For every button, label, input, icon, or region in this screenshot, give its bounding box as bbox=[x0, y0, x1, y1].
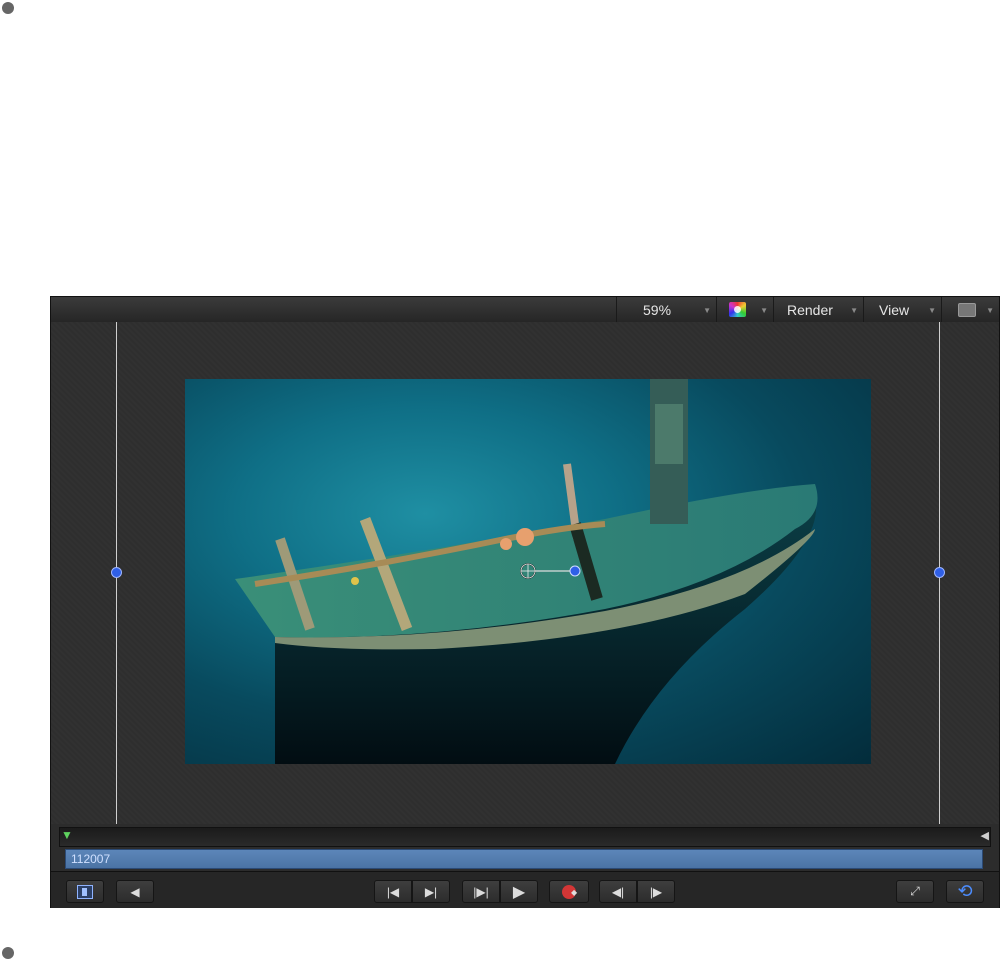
bullet-marker bbox=[2, 947, 14, 959]
zoom-popup[interactable]: 59% ▼ bbox=[616, 297, 716, 322]
loop-button[interactable]: ⟲ bbox=[946, 880, 984, 903]
play-icon: ▶ bbox=[512, 883, 526, 901]
render-label: Render bbox=[787, 301, 833, 318]
triangle-down-icon: ▼ bbox=[760, 306, 768, 315]
view-popup[interactable]: View ▼ bbox=[863, 297, 941, 322]
step-frame-button[interactable]: |▶| bbox=[462, 880, 500, 903]
viewer-toolbar: 59% ▼ ▼ Render ▼ View ▼ ▼ bbox=[51, 297, 999, 323]
step-frame-icon: |▶| bbox=[473, 884, 489, 899]
fullscreen-button[interactable]: ⤢ bbox=[896, 880, 934, 903]
previous-keyframe-button[interactable]: ◀| bbox=[599, 880, 637, 903]
next-keyframe-button[interactable]: |▶ bbox=[637, 880, 675, 903]
transform-anchor-handle[interactable] bbox=[519, 562, 583, 580]
inspector-toggle-icon bbox=[77, 884, 93, 899]
color-channels-popup[interactable]: ▼ bbox=[716, 297, 773, 322]
mini-timeline[interactable]: ▼ ◀ bbox=[59, 827, 991, 847]
shipwreck-image[interactable] bbox=[185, 379, 871, 764]
clip-bar[interactable]: 112007 bbox=[65, 849, 983, 869]
play-button[interactable]: ▶ bbox=[500, 880, 538, 903]
triangle-down-icon: ▼ bbox=[703, 306, 711, 315]
canvas-viewer: 59% ▼ ▼ Render ▼ View ▼ ▼ ▼ ◀ 112007 ◀ |… bbox=[50, 296, 1000, 908]
previous-keyframe-icon: ◀| bbox=[611, 884, 625, 899]
zoom-level: 59% bbox=[643, 301, 672, 318]
next-keyframe-icon: |▶ bbox=[649, 884, 663, 899]
triangle-down-icon: ▼ bbox=[928, 306, 936, 315]
transport-controls: ◀ |◀ ▶| |▶| ▶ ◀| |▶ ⤢ ⟲ bbox=[51, 871, 999, 908]
view-label: View bbox=[879, 301, 910, 318]
guide-handle-right[interactable] bbox=[934, 567, 945, 578]
loop-icon: ⟲ bbox=[957, 881, 973, 901]
speaker-icon: ◀ bbox=[130, 884, 140, 899]
out-point-icon[interactable]: ◀ bbox=[981, 830, 989, 842]
playhead-icon[interactable]: ▼ bbox=[61, 829, 73, 841]
guide-handle-left[interactable] bbox=[111, 567, 122, 578]
go-to-end-button[interactable]: ▶| bbox=[412, 880, 450, 903]
go-to-start-icon: |◀ bbox=[386, 884, 400, 899]
record-button[interactable] bbox=[549, 880, 589, 903]
clip-label: 112007 bbox=[71, 852, 111, 866]
record-icon bbox=[562, 884, 577, 899]
bullet-marker bbox=[2, 2, 14, 14]
triangle-down-icon: ▼ bbox=[986, 306, 994, 315]
inspector-toggle-button[interactable] bbox=[66, 880, 104, 903]
render-popup[interactable]: Render ▼ bbox=[773, 297, 863, 322]
color-channels-icon bbox=[729, 302, 746, 317]
layout-popup[interactable]: ▼ bbox=[941, 297, 999, 322]
audio-button[interactable]: ◀ bbox=[116, 880, 154, 903]
canvas-area[interactable] bbox=[51, 322, 999, 824]
go-to-end-icon: ▶| bbox=[424, 884, 438, 899]
layout-icon bbox=[958, 303, 976, 317]
fullscreen-icon: ⤢ bbox=[910, 884, 920, 898]
go-to-start-button[interactable]: |◀ bbox=[374, 880, 412, 903]
triangle-down-icon: ▼ bbox=[850, 306, 858, 315]
